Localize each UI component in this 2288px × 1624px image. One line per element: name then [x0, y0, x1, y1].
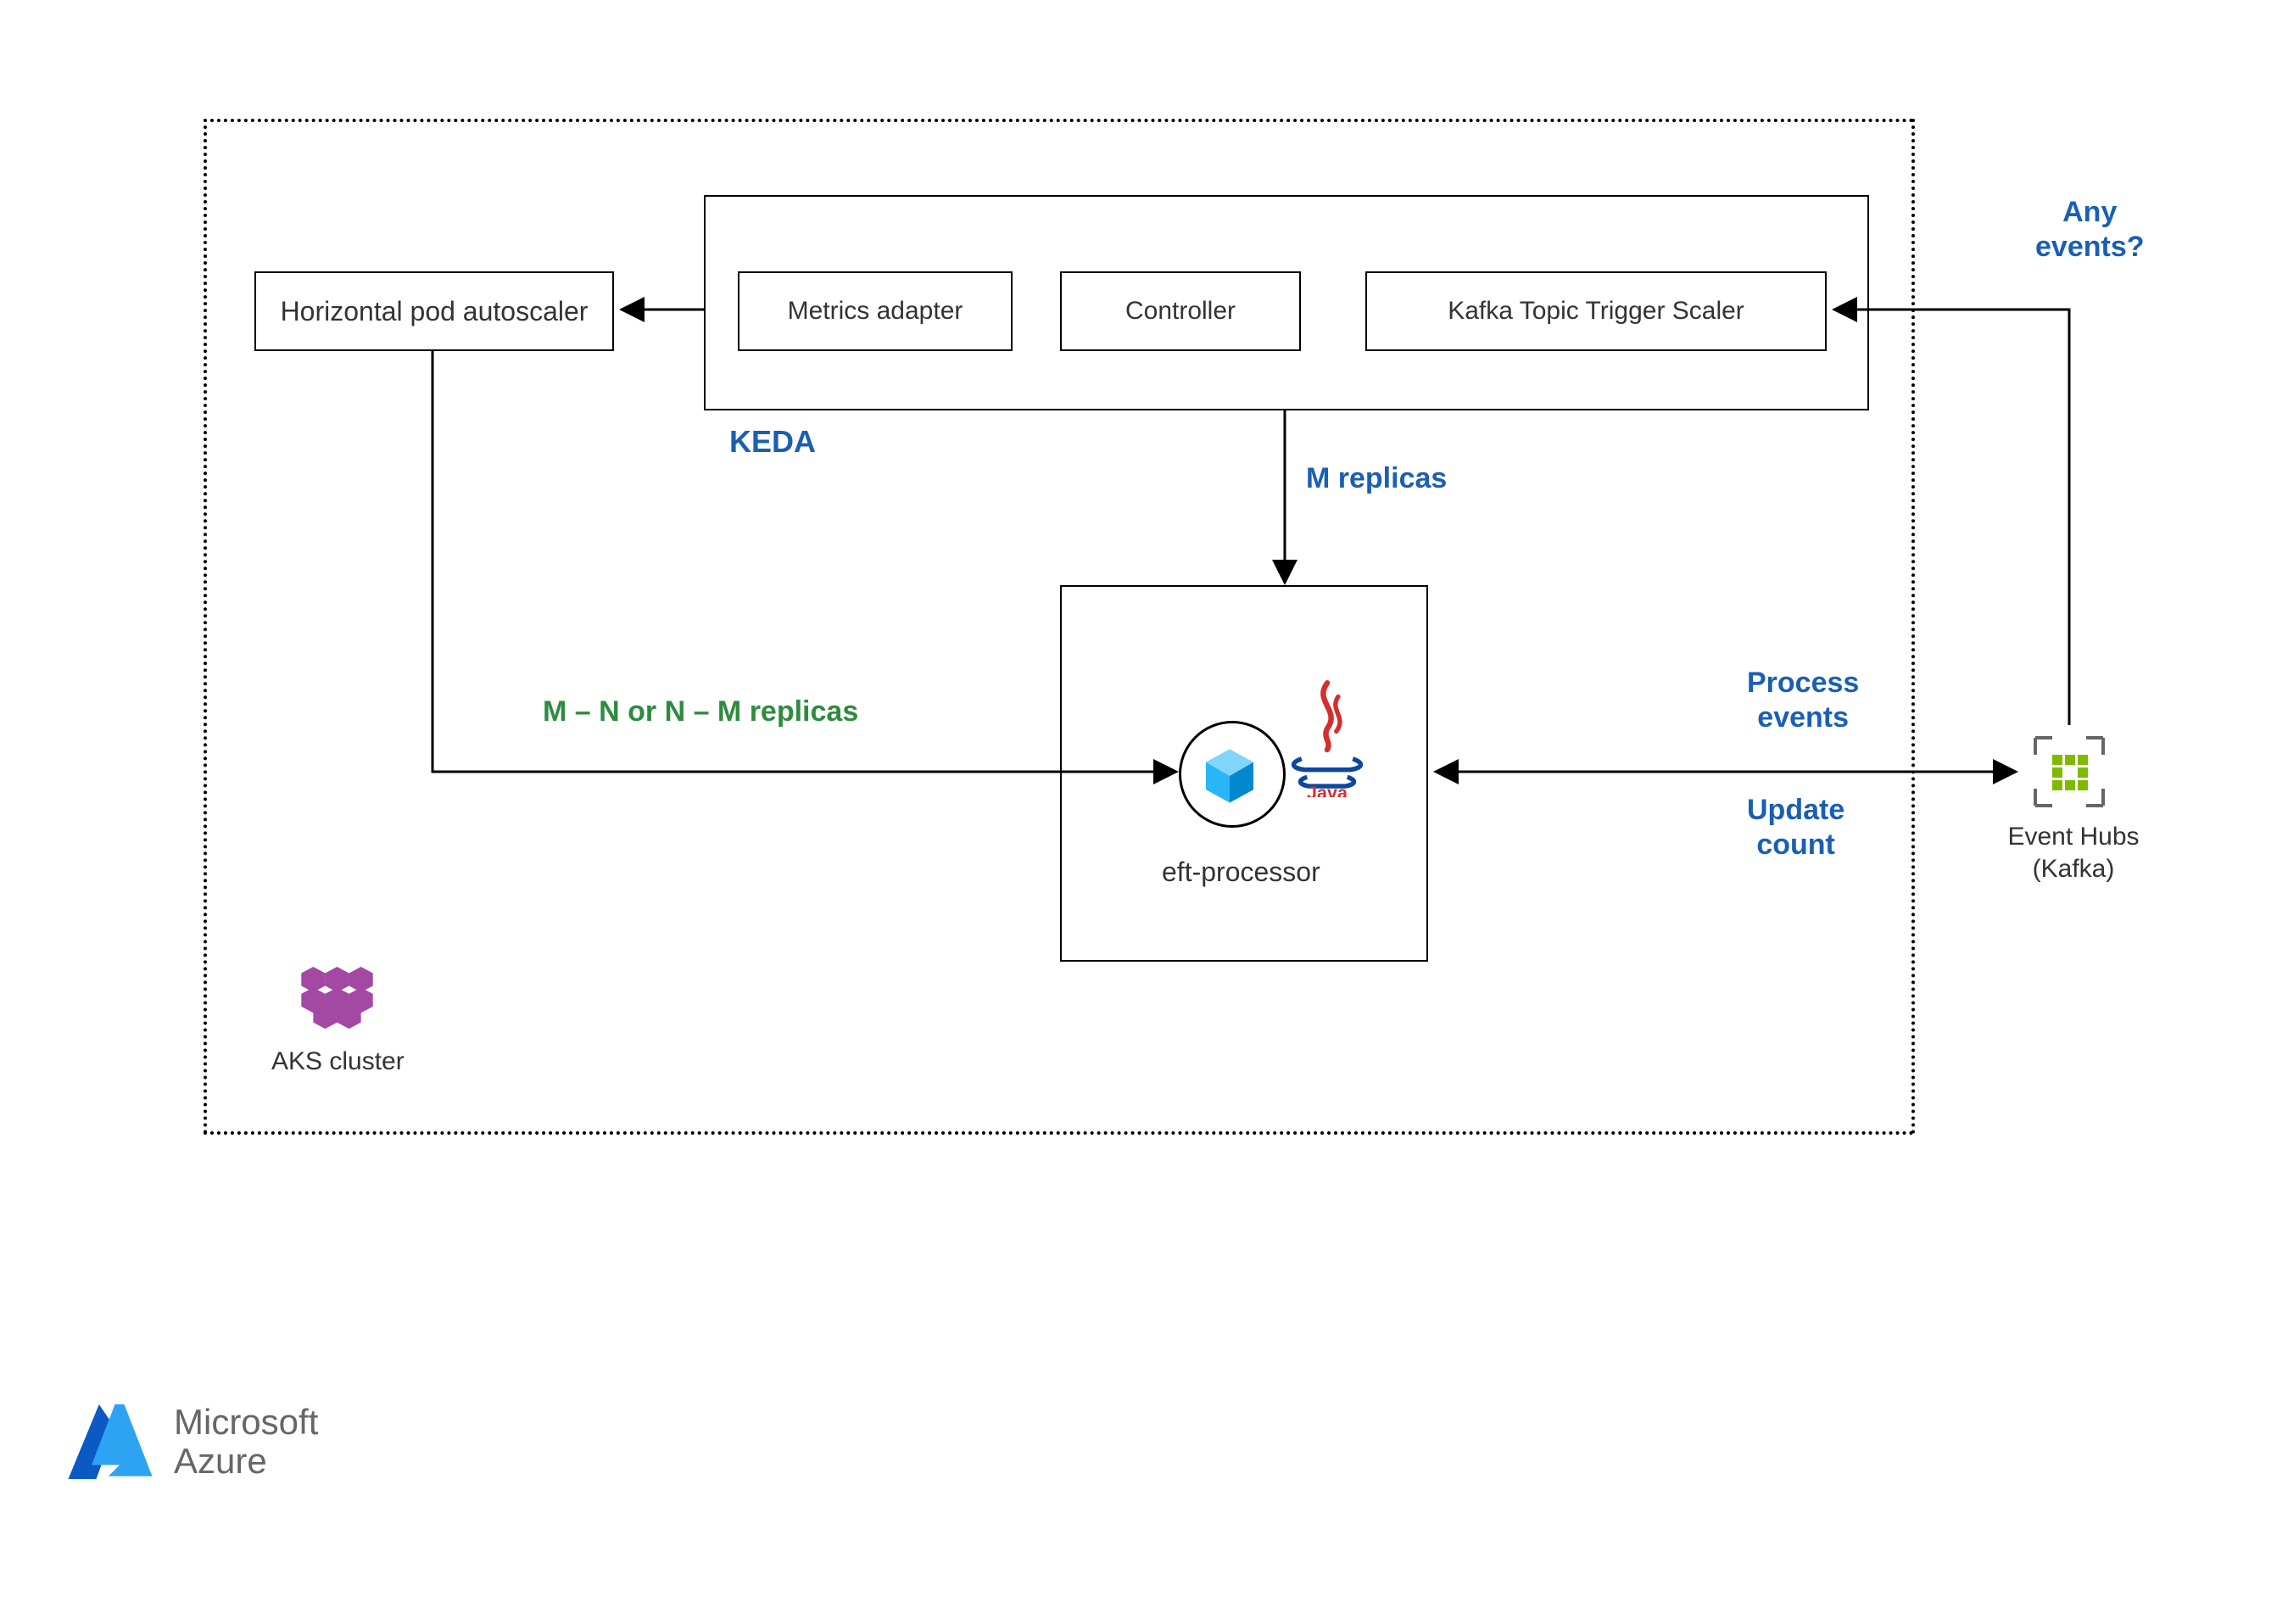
diagram-canvas: Horizontal pod autoscaler KEDA Metrics a…	[0, 0, 2288, 1624]
azure-logo-icon	[64, 1399, 157, 1484]
azure-logo-text-2: Azure	[174, 1442, 318, 1481]
azure-logo: Microsoft Azure	[64, 1399, 318, 1484]
azure-logo-text-1: Microsoft	[174, 1403, 318, 1442]
arrows-layer	[0, 0, 2288, 1624]
